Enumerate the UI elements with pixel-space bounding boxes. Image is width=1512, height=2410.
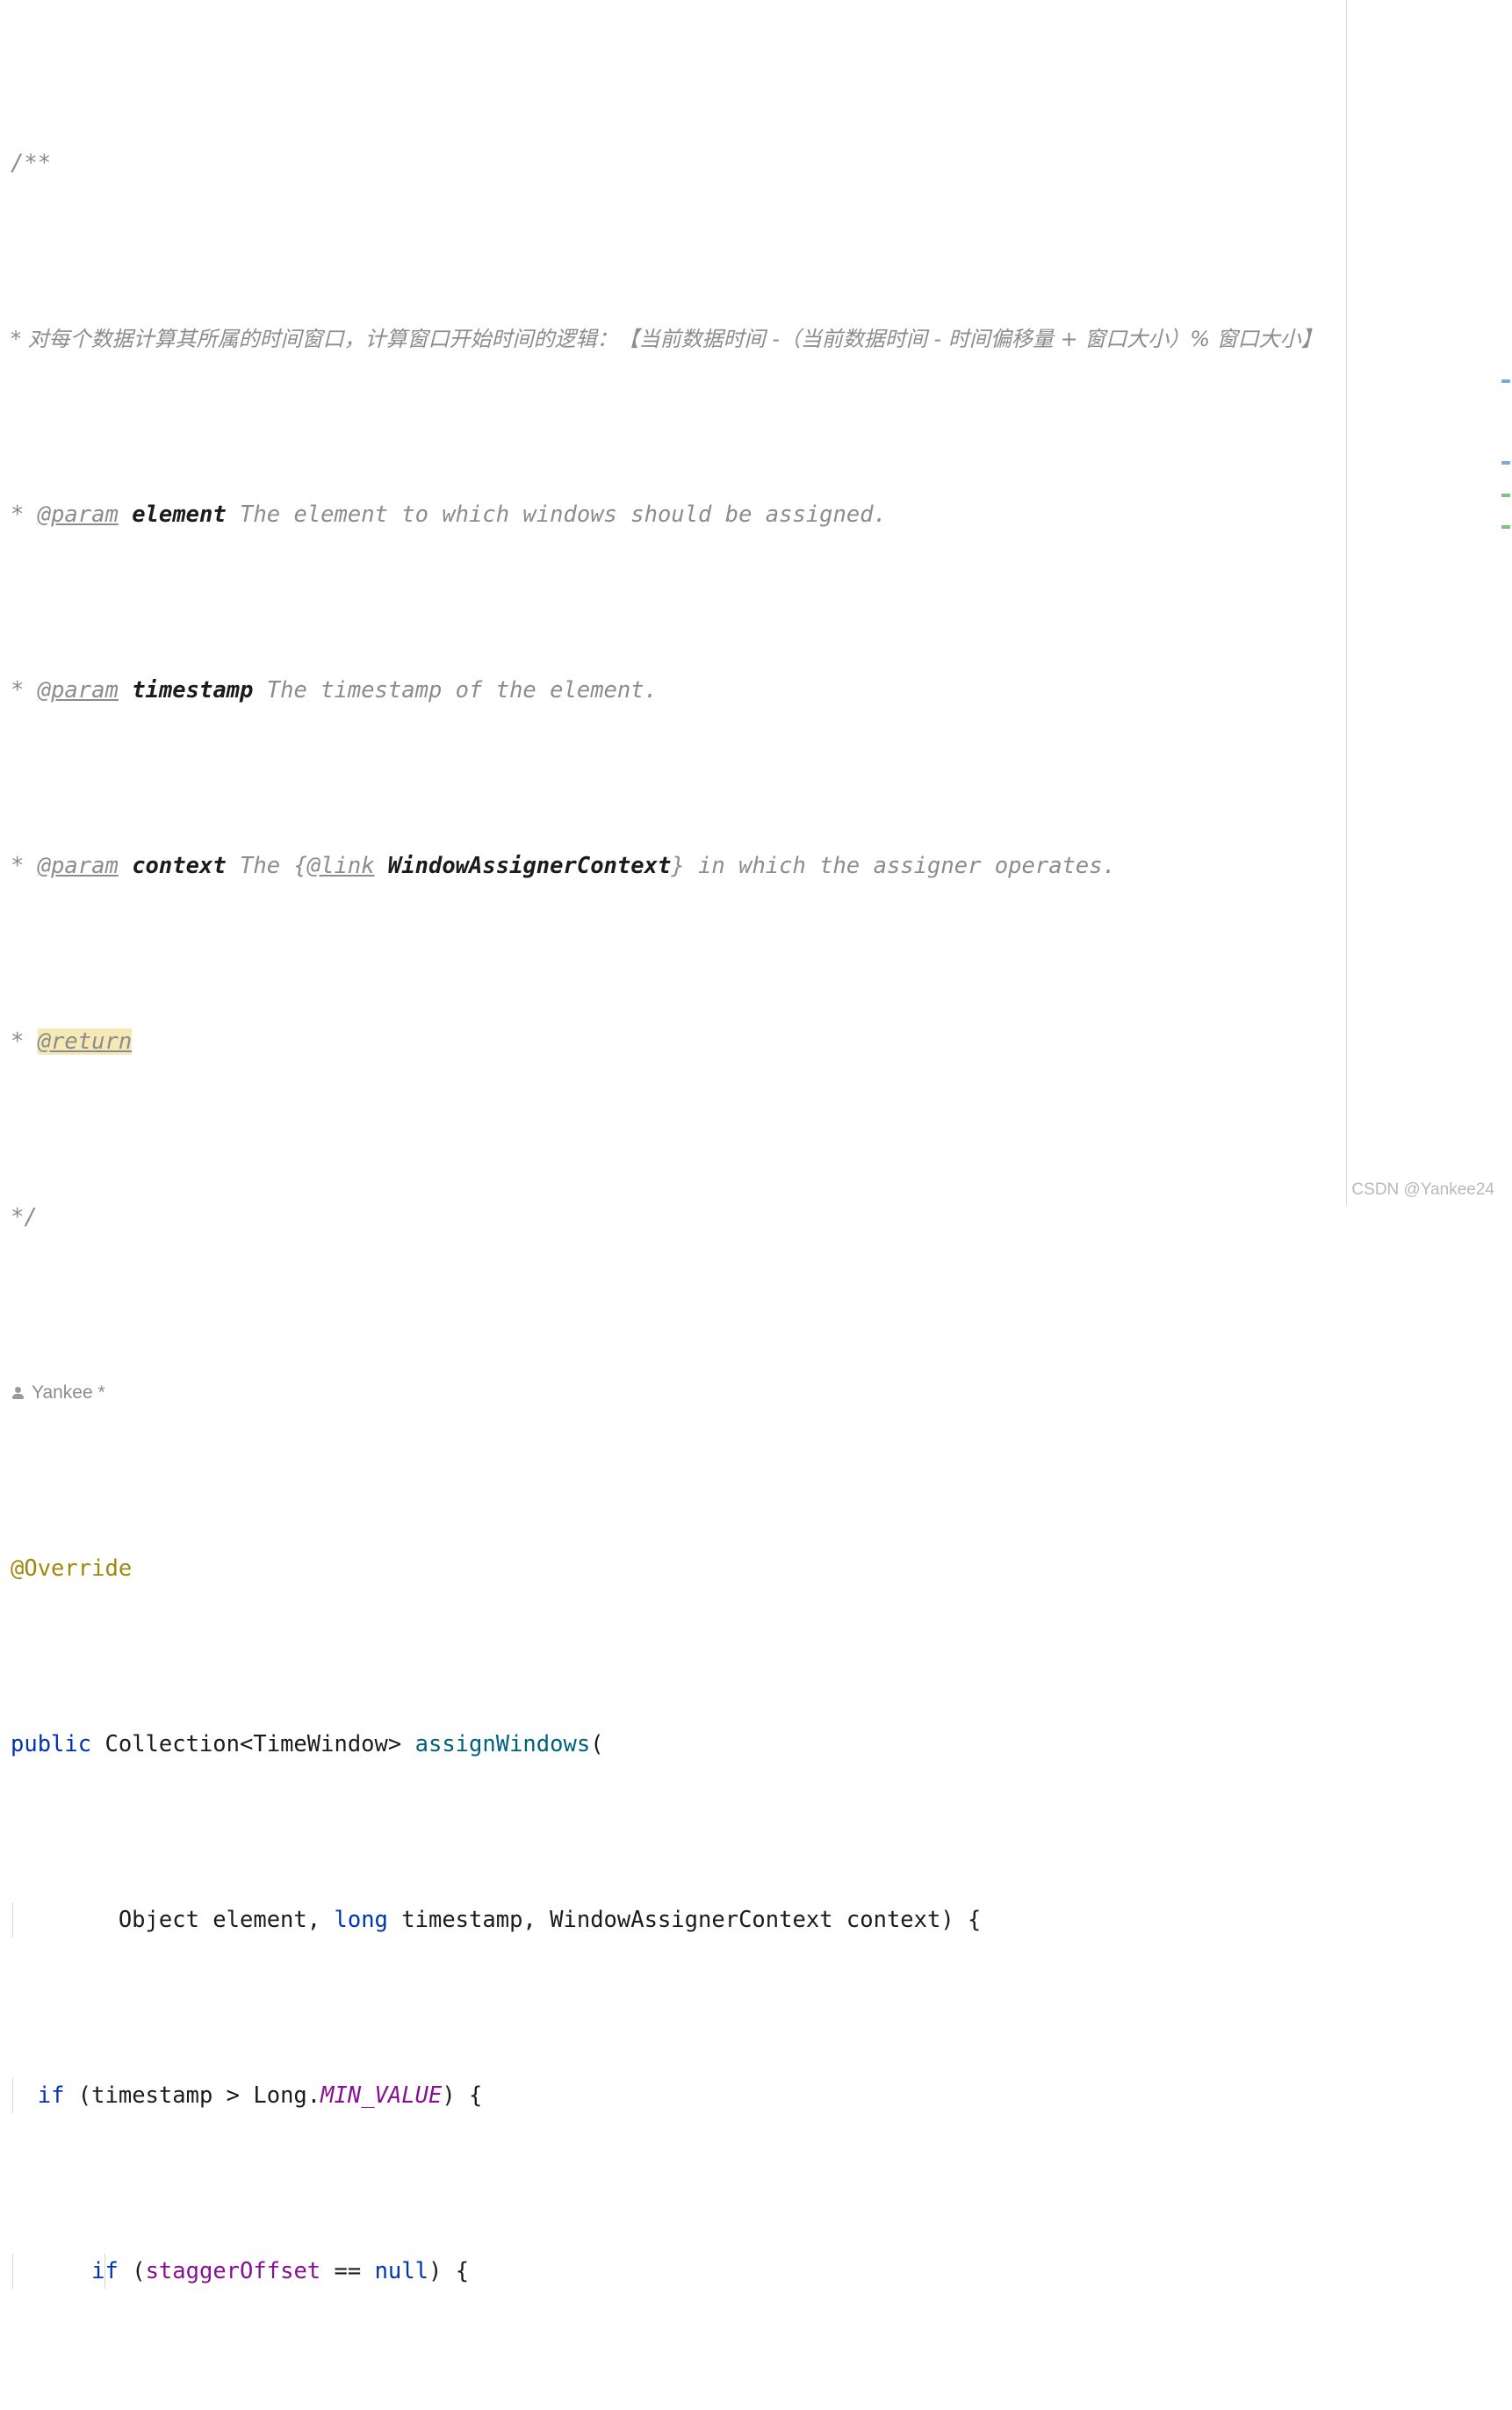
method-name-assignwindows: assignWindows — [414, 1731, 591, 1757]
javadoc-param-name: element — [132, 501, 227, 528]
code-content[interactable]: /** * 对每个数据计算其所属的时间窗口，计算窗口开始时间的逻辑：【当前数据时… — [0, 0, 1512, 2410]
indent-guide — [12, 2254, 13, 2289]
javadoc-space2 — [253, 677, 266, 704]
param-rest: timestamp, WindowAssignerContext context… — [401, 1907, 982, 1933]
code-line[interactable]: * @param element The element to which wi… — [0, 497, 1512, 532]
javadoc-star: * — [11, 501, 38, 528]
paren-open: ( — [132, 2258, 146, 2284]
code-line[interactable]: /** — [0, 146, 1512, 181]
if-condition-a: (timestamp > Long. — [77, 2082, 321, 2109]
javadoc-link-type: WindowAssignerContext — [387, 853, 672, 879]
code-line[interactable]: * @param context The {@link WindowAssign… — [0, 848, 1512, 884]
return-type: Collection<TimeWindow> — [104, 1731, 402, 1757]
constant-min-value: MIN_VALUE — [320, 2082, 443, 2109]
operator-eq: == — [320, 2258, 375, 2284]
indent-guide — [104, 2254, 105, 2289]
param-object: Object element, — [118, 1907, 321, 1933]
keyword-null: null — [374, 2258, 428, 2284]
javadoc-param-tag[interactable]: @param — [38, 501, 119, 528]
paren-close: ) { — [428, 2258, 470, 2284]
code-line[interactable]: if (timestamp > Long.MIN_VALUE) { — [0, 2078, 1512, 2113]
javadoc-space — [119, 677, 132, 704]
sp2 — [401, 1731, 414, 1757]
javadoc-param-desc: The timestamp of the element. — [266, 677, 658, 704]
code-line[interactable]: */ — [0, 1200, 1512, 1235]
code-line[interactable]: public Collection<TimeWindow> assignWind… — [0, 1727, 1512, 1762]
javadoc-space3 — [375, 853, 388, 879]
javadoc-open: /** — [11, 150, 52, 177]
javadoc-param-desc: The element to which windows should be a… — [240, 501, 887, 528]
sp — [64, 2082, 77, 2109]
code-line[interactable]: * 对每个数据计算其所属的时间窗口，计算窗口开始时间的逻辑：【当前数据时间 -（… — [0, 321, 1512, 357]
keyword-if: if — [37, 2082, 65, 2109]
watermark: CSDN @Yankee24 — [1351, 1180, 1494, 1199]
javadoc-star: * — [11, 853, 38, 879]
annotation-override: @Override — [11, 1555, 133, 1582]
javadoc-param-name: timestamp — [132, 677, 254, 704]
keyword-long: long — [334, 1907, 388, 1933]
javadoc-star: * — [11, 677, 38, 704]
code-editor[interactable]: /** * 对每个数据计算其所属的时间窗口，计算窗口开始时间的逻辑：【当前数据时… — [0, 0, 1512, 2289]
code-line[interactable]: * @return — [0, 1024, 1512, 1059]
sp — [119, 2258, 132, 2284]
javadoc-space — [119, 853, 132, 879]
field-stagger-offset: staggerOffset — [145, 2258, 321, 2284]
if-condition-b: ) { — [442, 2082, 483, 2109]
javadoc-link-tag[interactable]: @link — [307, 853, 375, 879]
sp — [320, 1907, 334, 1933]
sp2 — [388, 1907, 401, 1933]
javadoc-space2 — [227, 501, 240, 528]
person-icon — [11, 1386, 25, 1401]
javadoc-space2 — [227, 853, 240, 879]
code-vision-author-label[interactable]: Yankee * — [32, 1375, 105, 1411]
javadoc-param-tag[interactable]: @param — [38, 853, 119, 879]
javadoc-space — [119, 501, 132, 528]
indent-guide — [12, 1902, 13, 1937]
code-line[interactable]: Object element, long timestamp, WindowAs… — [0, 1902, 1512, 1937]
javadoc-param-desc-b: } in which the assigner operates. — [671, 853, 1116, 879]
sp — [91, 1731, 104, 1757]
code-line[interactable]: * @param timestamp The timestamp of the … — [0, 673, 1512, 708]
keyword-public: public — [11, 1731, 92, 1757]
javadoc-param-tag[interactable]: @param — [38, 677, 119, 704]
paren: ( — [590, 1731, 604, 1757]
code-vision-author[interactable]: Yankee * — [0, 1375, 1512, 1411]
javadoc-summary-cn: * 对每个数据计算其所属的时间窗口，计算窗口开始时间的逻辑：【当前数据时间 -（… — [11, 327, 1322, 351]
javadoc-param-desc-a: The { — [240, 853, 307, 879]
javadoc-star: * — [11, 1028, 38, 1055]
indent-guide — [12, 2078, 13, 2113]
javadoc-return-tag[interactable]: @return — [37, 1028, 133, 1055]
code-line[interactable]: if (staggerOffset == null) { — [0, 2254, 1512, 2289]
code-line[interactable]: @Override — [0, 1551, 1512, 1586]
javadoc-param-name: context — [132, 853, 227, 879]
javadoc-close: */ — [11, 1204, 38, 1230]
